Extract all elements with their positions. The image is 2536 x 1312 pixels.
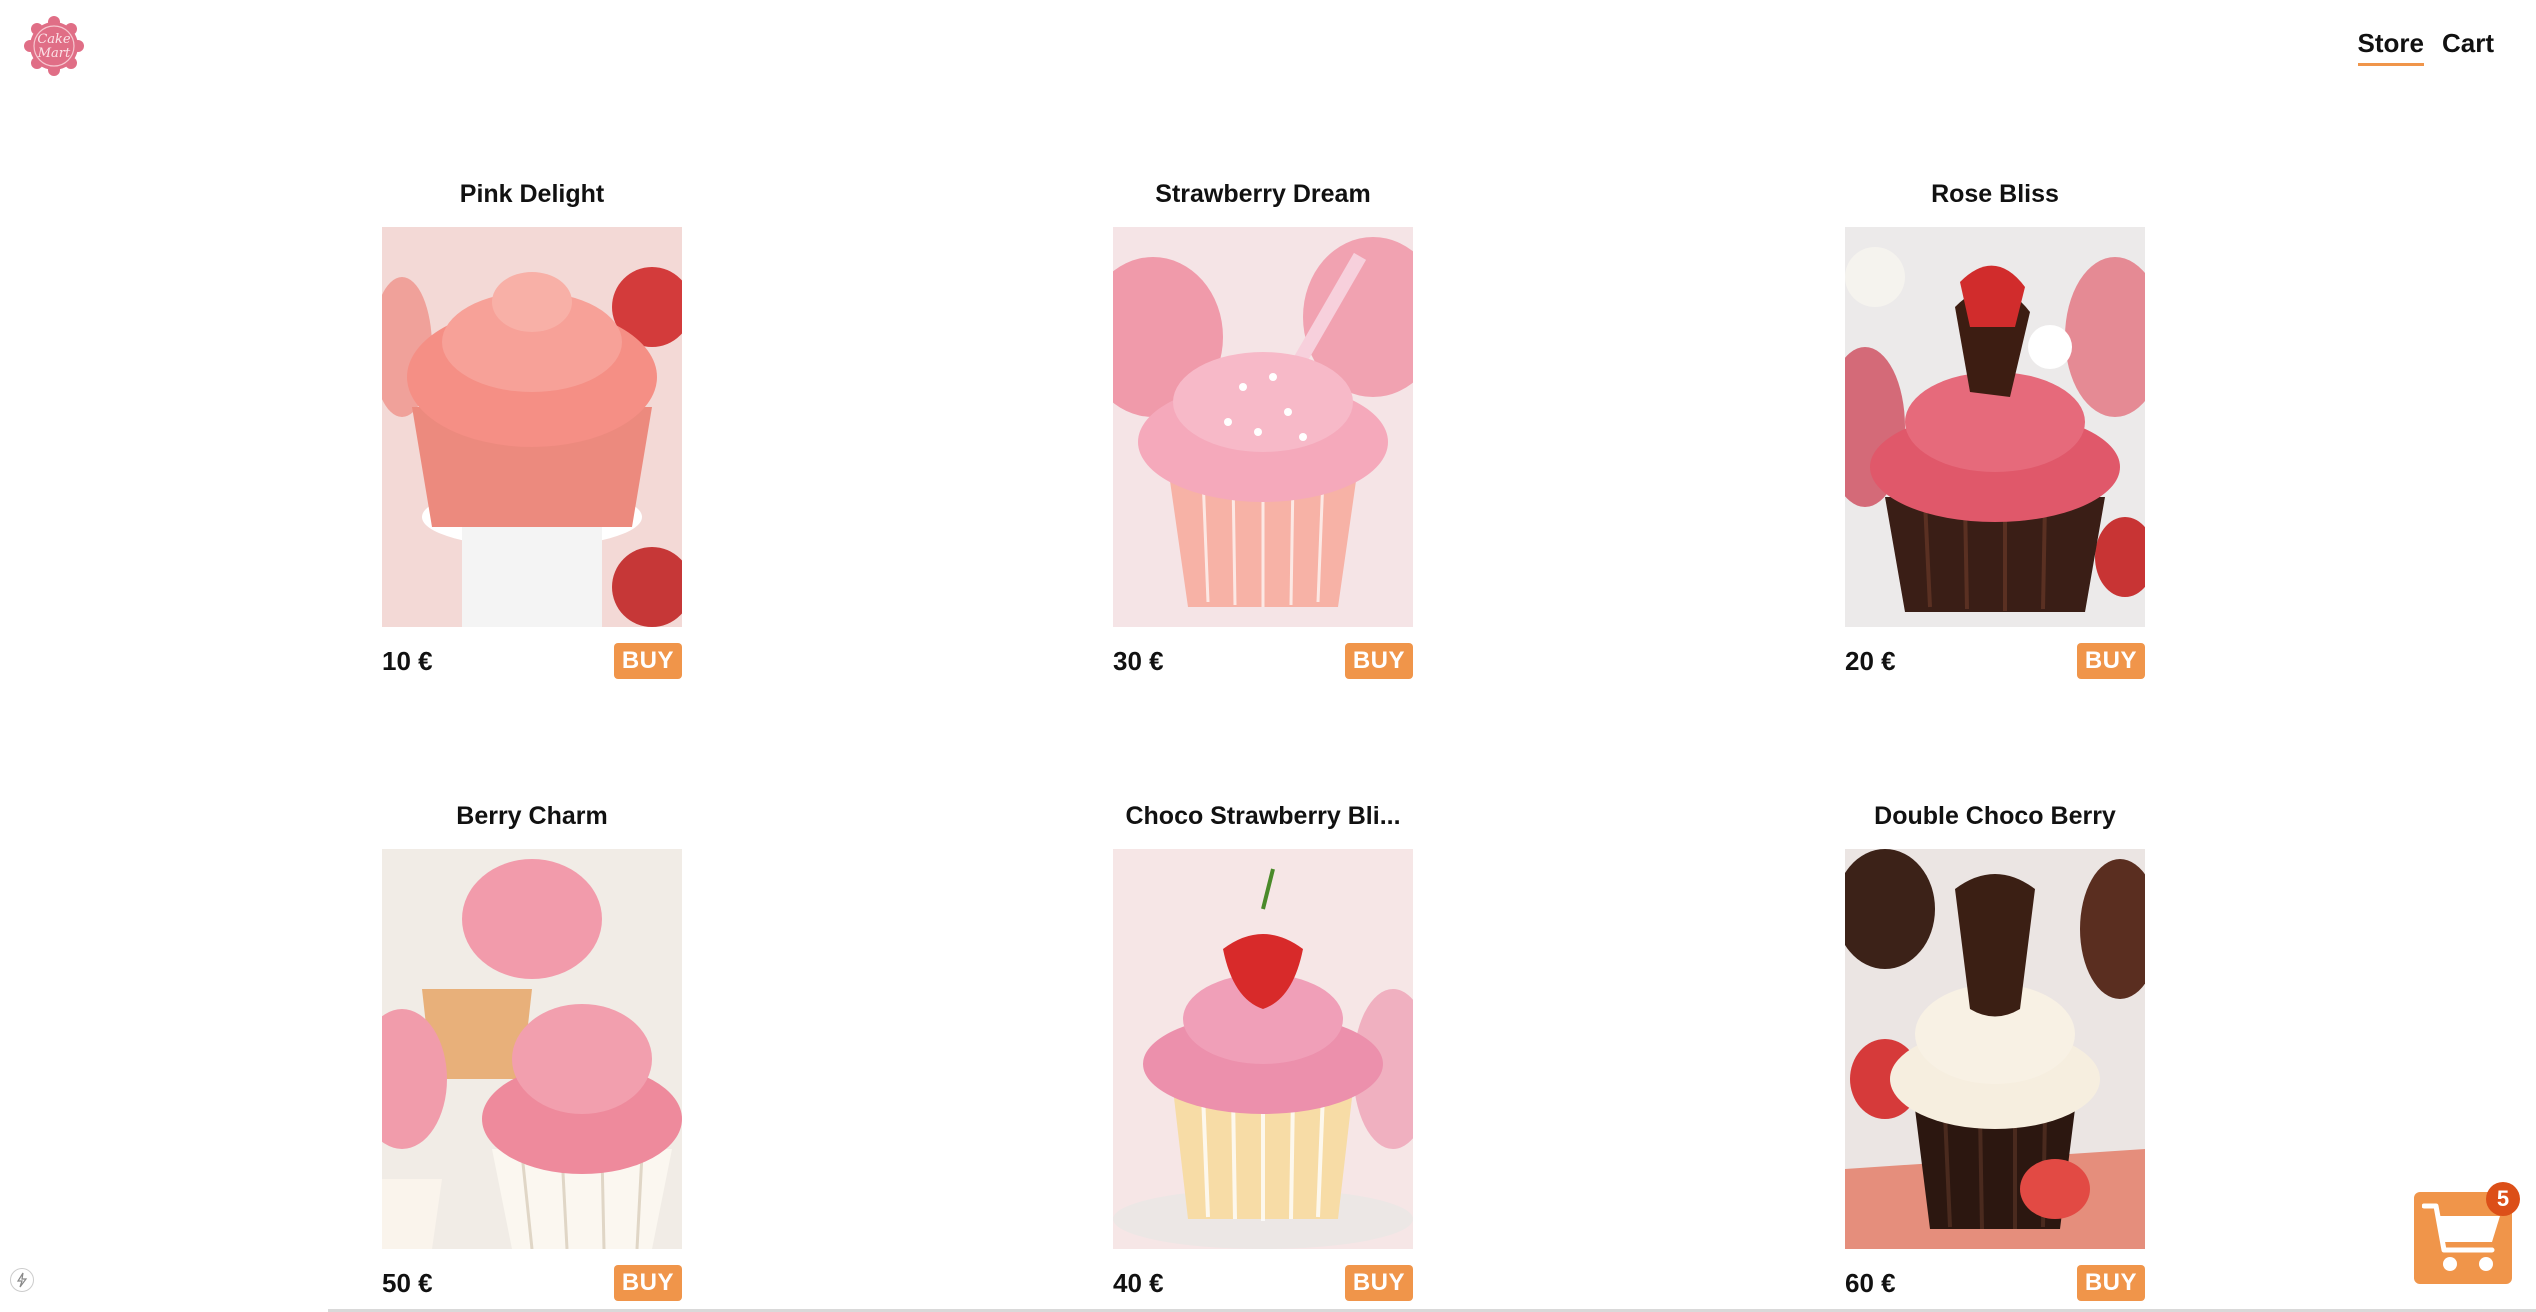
svg-text:Cake: Cake	[37, 32, 71, 47]
product-card: Double Choco Berry 60 € BUY	[1845, 799, 2145, 1301]
product-price: 50 €	[382, 1267, 433, 1298]
lightning-icon	[16, 1272, 28, 1288]
cupcake-image	[382, 849, 682, 1249]
cupcake-image	[1113, 849, 1413, 1249]
logo[interactable]: Cake Mart	[22, 16, 86, 76]
product-image[interactable]	[1113, 227, 1413, 627]
cupcake-image	[382, 227, 682, 627]
product-card: Strawberry Dream 30 € BUY	[1113, 177, 1413, 679]
product-price: 10 €	[382, 645, 433, 676]
product-price: 30 €	[1113, 645, 1164, 676]
product-footer: 60 € BUY	[1845, 1265, 2145, 1301]
product-name: Choco Strawberry Bli...	[1125, 802, 1401, 830]
buy-button[interactable]: BUY	[1344, 643, 1413, 679]
product-name: Berry Charm	[456, 802, 608, 830]
product-name: Strawberry Dream	[1155, 180, 1371, 208]
store-page: Cake Mart Store Cart Pink Delight 10 € B…	[0, 0, 2536, 1312]
cart-count-badge: 5	[2486, 1182, 2520, 1216]
product-image[interactable]	[1113, 849, 1413, 1249]
product-footer: 30 € BUY	[1113, 643, 1413, 679]
product-name: Double Choco Berry	[1874, 802, 2116, 830]
dev-tools-button[interactable]	[10, 1268, 34, 1292]
product-footer: 10 € BUY	[382, 643, 682, 679]
buy-button[interactable]: BUY	[613, 643, 682, 679]
nav-store-link[interactable]: Store	[2357, 28, 2424, 66]
product-card: Choco Strawberry Bli... 40 € BUY	[1113, 799, 1413, 1301]
cupcake-image	[1113, 227, 1413, 627]
product-card: Berry Charm 50 € BUY	[382, 799, 682, 1301]
header: Cake Mart Store Cart	[0, 0, 2536, 100]
product-image[interactable]	[382, 849, 682, 1249]
product-price: 60 €	[1845, 1267, 1896, 1298]
product-name: Pink Delight	[459, 180, 605, 208]
product-card: Pink Delight 10 € BUY	[382, 177, 682, 679]
main-nav: Store Cart	[2357, 28, 2494, 66]
buy-button[interactable]: BUY	[1344, 1265, 1413, 1301]
product-image[interactable]	[382, 227, 682, 627]
product-name: Rose Bliss	[1931, 180, 2059, 208]
buy-button[interactable]: BUY	[2076, 1265, 2145, 1301]
product-footer: 50 € BUY	[382, 1265, 682, 1301]
product-image[interactable]	[1845, 227, 2145, 627]
product-footer: 20 € BUY	[1845, 643, 2145, 679]
product-price: 40 €	[1113, 1267, 1164, 1298]
buy-button[interactable]: BUY	[613, 1265, 682, 1301]
cake-mart-logo-icon: Cake Mart	[24, 16, 84, 76]
product-image[interactable]	[1845, 849, 2145, 1249]
cupcake-image	[1845, 227, 2145, 627]
nav-cart-link[interactable]: Cart	[2442, 28, 2494, 66]
buy-button[interactable]: BUY	[2076, 643, 2145, 679]
product-price: 20 €	[1845, 645, 1896, 676]
svg-text:Mart: Mart	[37, 46, 71, 61]
cupcake-image	[1845, 849, 2145, 1249]
product-card: Rose Bliss 20 € BUY	[1845, 177, 2145, 679]
product-footer: 40 € BUY	[1113, 1265, 1413, 1301]
shopping-cart-icon	[2422, 1203, 2500, 1271]
